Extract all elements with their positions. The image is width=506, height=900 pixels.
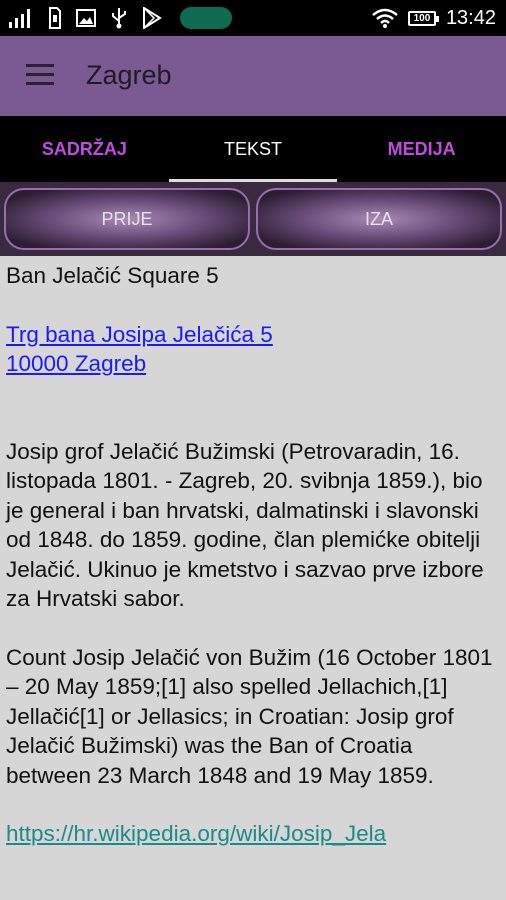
image-icon — [76, 9, 96, 27]
status-icons-left — [8, 6, 232, 30]
tab-sadrzaj[interactable]: SADRŽAJ — [0, 116, 169, 182]
navigation-button-row: PRIJE IZA — [0, 182, 506, 256]
signal-icon — [9, 9, 30, 28]
paragraph-english: Count Josip Jelačić von Bužim (16 Octobe… — [6, 644, 493, 788]
play-store-icon — [143, 7, 162, 29]
usb-icon — [112, 8, 126, 29]
clock: 13:42 — [445, 6, 496, 29]
tab-bar: SADRŽAJ TEKST MEDIJA — [0, 116, 506, 182]
address-link-city[interactable]: 10000 Zagreb — [6, 351, 146, 376]
app-bar: Zagreb — [0, 36, 506, 116]
tab-tekst[interactable]: TEKST — [168, 116, 338, 182]
address-link-street[interactable]: Trg bana Josipa Jelačića 5 — [6, 322, 273, 347]
status-bar: 100 13:42 — [0, 0, 506, 36]
tab-medija[interactable]: MEDIJA — [337, 116, 506, 182]
hamburger-menu-icon[interactable] — [26, 64, 54, 86]
notification-pill — [180, 7, 232, 29]
paragraph-croatian: Josip grof Jelačić Bužimski (Petrovaradi… — [6, 438, 484, 612]
sim-icon — [49, 7, 61, 29]
wikipedia-link[interactable]: https://hr.wikipedia.org/wiki/Josip_Jela — [6, 821, 386, 846]
wifi-icon — [372, 8, 398, 28]
next-button[interactable]: IZA — [256, 188, 502, 250]
app-title: Zagreb — [86, 60, 172, 90]
battery-icon: 100 — [407, 10, 439, 26]
status-icons-right: 100 13:42 — [372, 6, 496, 30]
article-content: Ban Jelačić Square 5 Trg bana Josipa Jel… — [0, 256, 506, 900]
article-heading: Ban Jelačić Square 5 — [6, 263, 219, 288]
prev-button[interactable]: PRIJE — [4, 188, 250, 250]
